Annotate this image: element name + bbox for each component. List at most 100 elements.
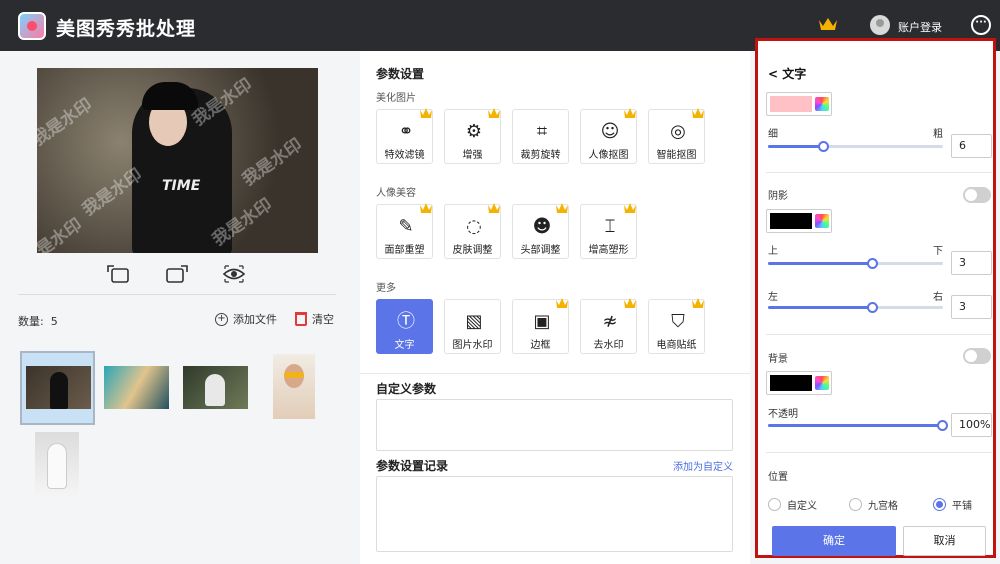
app-logo-icon [18,12,46,40]
vertical-offset-input[interactable]: 3 [951,251,992,275]
magic-wand-icon: ✎ [398,216,414,237]
param-record-box[interactable] [376,476,733,552]
body-shape-icon: ⌶ [604,216,616,237]
add-file-button[interactable]: + 添加文件 [215,311,277,327]
app-title: 美图秀秀批处理 [56,18,197,40]
text-color-swatch [770,96,812,112]
crown-icon [420,203,432,213]
tile-face-reshape[interactable]: ✎ 面部重塑 [376,203,433,259]
param-panel: 参数设置 美化图片 ⚭ 特效滤镜 ⚙ 增强 ⌗ 裁剪旋转 ☺ 人像抠图 ◎ 智能抠图 人像… [360,51,750,564]
more-menu-icon[interactable]: ··· [971,15,991,35]
palette-icon [815,376,829,390]
custom-params-title: 自定义参数 [376,382,437,396]
tile-ecommerce-sticker[interactable]: ⛉ 电商贴纸 [648,298,705,354]
remove-watermark-icon: ≉ [602,311,618,332]
crown-icon [692,298,704,308]
text-color-picker[interactable] [766,92,832,116]
cancel-button[interactable]: 取消 [903,526,986,556]
avatar[interactable] [870,15,890,35]
position-radio-custom[interactable]: 自定义 [768,497,817,512]
tile-smart-cutout[interactable]: ◎ 智能抠图 [648,108,705,164]
thumbnail[interactable] [273,354,315,419]
thumbnail[interactable] [20,351,95,425]
skin-icon: ◌ [466,216,482,237]
tile-border[interactable]: ▣ 边框 [512,298,569,354]
crown-icon [488,203,500,213]
horizontal-offset-slider[interactable] [768,302,943,313]
position-radio-grid[interactable]: 九宫格 [849,497,898,512]
thumbnail[interactable] [183,366,248,409]
add-file-label: 添加文件 [233,313,277,326]
opacity-input[interactable]: 100% [951,413,992,437]
tile-skin-adjust[interactable]: ◌ 皮肤调整 [444,203,501,259]
tile-body-shape[interactable]: ⌶ 增高塑形 [580,203,637,259]
thumbnail[interactable] [35,432,79,497]
crown-icon [624,108,636,118]
rotate-right-icon[interactable] [165,263,189,285]
crown-icon [624,203,636,213]
thumbnail[interactable] [104,366,169,409]
overlap-circles-icon: ◎ [670,121,686,142]
shirt-print: TIME [162,178,201,194]
confirm-button[interactable]: 确定 [772,526,896,556]
slider-knob[interactable] [867,258,878,269]
divider [766,172,992,173]
palette-icon [815,214,829,228]
sliders-icon: ⚙ [465,121,483,142]
rotate-left-icon[interactable] [106,263,130,285]
back-text-title[interactable]: < 文字 [768,65,806,82]
tile-enhance[interactable]: ⚙ 增强 [444,108,501,164]
slider-knob[interactable] [818,141,829,152]
custom-params-box[interactable] [376,399,733,451]
horizontal-offset-input[interactable]: 3 [951,295,992,319]
background-color-swatch [770,375,812,391]
opacity-label: 不透明 [768,409,798,420]
add-as-custom-link[interactable]: 添加为自定义 [673,458,733,473]
account-login-link[interactable]: 账户登录 [898,19,942,35]
count-row: 数量: 5 [18,313,58,329]
clear-button[interactable]: 清空 [295,311,334,327]
palette-icon [815,97,829,111]
plus-circle-icon: + [215,312,228,326]
background-color-picker[interactable] [766,371,832,395]
up-label: 上 [768,246,778,257]
sticker-icon: ⛉ [671,311,685,332]
shadow-toggle[interactable] [963,187,991,203]
slider-knob[interactable] [937,420,948,431]
tile-effect-filter[interactable]: ⚭ 特效滤镜 [376,108,433,164]
beautify-section-title: 美化图片 [376,93,416,104]
left-panel: TIME 我是水印 我是水印 我是水印 我是水印 我是水印 我是水印 数量: 5… [0,51,358,564]
crown-icon [556,203,568,213]
background-label: 背景 [768,354,788,365]
text-icon: Ⓣ [397,311,415,332]
right-label: 右 [933,292,943,303]
text-settings-panel: < 文字 细 粗 6 阴影 上 下 3 左 右 3 背景 不透明 100% 位置… [755,38,996,558]
crop-icon: ⌗ [536,121,548,142]
tile-text[interactable]: Ⓣ 文字 [376,299,433,354]
shadow-label: 阴影 [768,191,788,202]
count-label: 数量: [18,315,44,328]
shadow-color-picker[interactable] [766,209,832,233]
background-toggle[interactable] [963,348,991,364]
preview-eye-icon[interactable] [222,263,246,285]
position-radio-tile[interactable]: 平铺 [933,497,972,512]
divider [766,334,992,335]
tile-portrait-cutout[interactable]: ☺ 人像抠图 [580,108,637,164]
clear-label: 清空 [312,313,334,326]
weight-input[interactable]: 6 [951,134,992,158]
crown-icon [420,108,432,118]
weight-slider[interactable] [768,141,943,152]
tile-crop-rotate[interactable]: ⌗ 裁剪旋转 [512,109,569,164]
opacity-slider[interactable] [768,420,948,431]
tile-head-adjust[interactable]: ☻ 头部调整 [512,203,569,259]
radio-dot [849,498,862,511]
vip-crown-icon[interactable] [818,16,838,32]
divider [766,452,992,453]
down-label: 下 [933,246,943,257]
vertical-offset-slider[interactable] [768,258,943,269]
divider [360,373,750,374]
slider-knob[interactable] [867,302,878,313]
crown-icon [624,298,636,308]
tile-image-watermark[interactable]: ▧ 图片水印 [444,299,501,354]
tile-remove-watermark[interactable]: ≉ 去水印 [580,298,637,354]
